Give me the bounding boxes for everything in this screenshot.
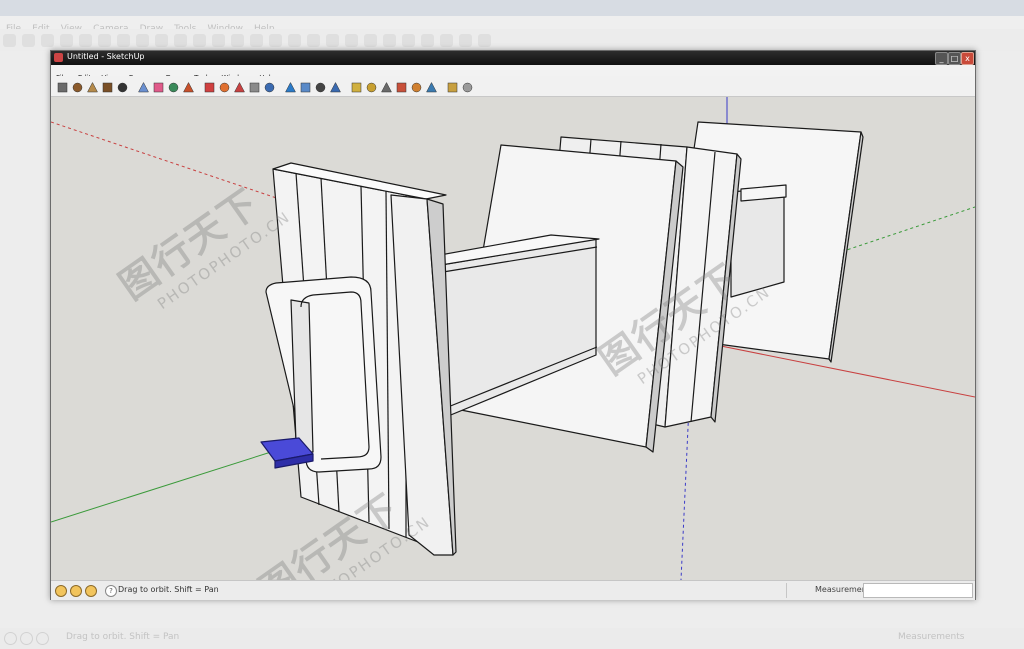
bg-tool-icon (98, 34, 111, 47)
scale-icon[interactable] (248, 79, 261, 93)
model-viewport[interactable]: 图行天下 PHOTOPHOTO.CN 图行天下 PHOTOPHOTO.CN 图行… (51, 97, 975, 580)
sketchup-window: Untitled - SketchUp _ □ x File Edit View… (50, 50, 976, 600)
c-bracket-inner (290, 299, 314, 453)
orbit-icon[interactable] (284, 79, 297, 93)
move-icon[interactable] (203, 79, 216, 93)
bg-status-circle (36, 632, 49, 645)
bg-tool-icon (250, 34, 263, 47)
title-bar[interactable]: Untitled - SketchUp _ □ x (51, 51, 975, 65)
app-icon (54, 53, 63, 62)
rectangle-tool-icon[interactable] (86, 79, 99, 93)
3d-warehouse-icon[interactable] (446, 79, 459, 93)
bg-tool-icon (421, 34, 434, 47)
make-component-icon[interactable] (137, 79, 150, 93)
bg-status-circle (4, 632, 17, 645)
arc-tool-icon[interactable] (116, 79, 129, 93)
follow-me-icon[interactable] (233, 79, 246, 93)
text-icon[interactable] (380, 79, 393, 93)
status-divider (786, 583, 787, 598)
status-hint: Drag to orbit. Shift = Pan (118, 585, 219, 594)
zoom-extents-icon[interactable] (329, 79, 342, 93)
minimize-button[interactable]: _ (935, 52, 948, 65)
background-toolbar (0, 29, 1024, 51)
red-axis (700, 341, 975, 398)
bg-tool-icon (155, 34, 168, 47)
background-statusbar: Drag to orbit. Shift = Pan Measurements (0, 628, 1024, 649)
offset-icon[interactable] (263, 79, 276, 93)
model-canvas[interactable] (51, 97, 975, 580)
bg-tool-icon (440, 34, 453, 47)
push-pull-icon[interactable] (182, 79, 195, 93)
bg-status-hint: Drag to orbit. Shift = Pan (66, 632, 180, 642)
user-icon[interactable] (85, 585, 97, 597)
bg-tool-icon (22, 34, 35, 47)
bg-tool-icon (60, 34, 73, 47)
bg-tool-icon (212, 34, 225, 47)
bg-tool-icon (383, 34, 396, 47)
line-tool-icon[interactable] (71, 79, 84, 93)
help-icon[interactable]: ? (105, 585, 117, 597)
status-bar: ? Drag to orbit. Shift = Pan Measurement… (51, 580, 975, 600)
bg-measurements-label: Measurements (898, 632, 965, 642)
credits-icon[interactable] (70, 585, 82, 597)
circle-tool-icon[interactable] (101, 79, 114, 93)
paint-bucket-icon[interactable] (167, 79, 180, 93)
axes-icon[interactable] (395, 79, 408, 93)
beam-back-segment (730, 186, 785, 298)
protractor-icon[interactable] (365, 79, 378, 93)
bg-tool-icon (117, 34, 130, 47)
bg-tool-icon (3, 34, 16, 47)
rotate-icon[interactable] (218, 79, 231, 93)
tape-measure-icon[interactable] (350, 79, 363, 93)
measurements-field[interactable] (863, 583, 973, 598)
toolbar (51, 76, 975, 97)
pan-icon[interactable] (299, 79, 312, 93)
bg-tool-icon (193, 34, 206, 47)
bg-tool-icon (402, 34, 415, 47)
maximize-button[interactable]: □ (948, 52, 961, 65)
select-tool-icon[interactable] (56, 79, 69, 93)
bg-tool-icon (478, 34, 491, 47)
bg-tool-icon (269, 34, 282, 47)
bg-tool-icon (79, 34, 92, 47)
dimensions-icon[interactable] (410, 79, 423, 93)
zoom-icon[interactable] (314, 79, 327, 93)
components-icon[interactable] (461, 79, 474, 93)
bg-tool-icon (136, 34, 149, 47)
model-geometry (260, 121, 864, 556)
eraser-icon[interactable] (152, 79, 165, 93)
close-button[interactable]: x (961, 52, 974, 65)
bg-tool-icon (41, 34, 54, 47)
bg-tool-icon (174, 34, 187, 47)
background-menubar: File Edit View Camera Draw Tools Window … (0, 16, 1024, 34)
geo-location-icon[interactable] (55, 585, 67, 597)
bg-tool-icon (307, 34, 320, 47)
bg-tool-icon (231, 34, 244, 47)
bg-status-circle (20, 632, 33, 645)
section-plane-icon[interactable] (425, 79, 438, 93)
bg-tool-icon (459, 34, 472, 47)
bg-tool-icon (364, 34, 377, 47)
background-titlebar (0, 0, 1024, 16)
bg-tool-icon (345, 34, 358, 47)
bg-tool-icon (288, 34, 301, 47)
green-axis (51, 451, 272, 523)
window-title: Untitled - SketchUp (67, 52, 145, 61)
bg-tool-icon (326, 34, 339, 47)
